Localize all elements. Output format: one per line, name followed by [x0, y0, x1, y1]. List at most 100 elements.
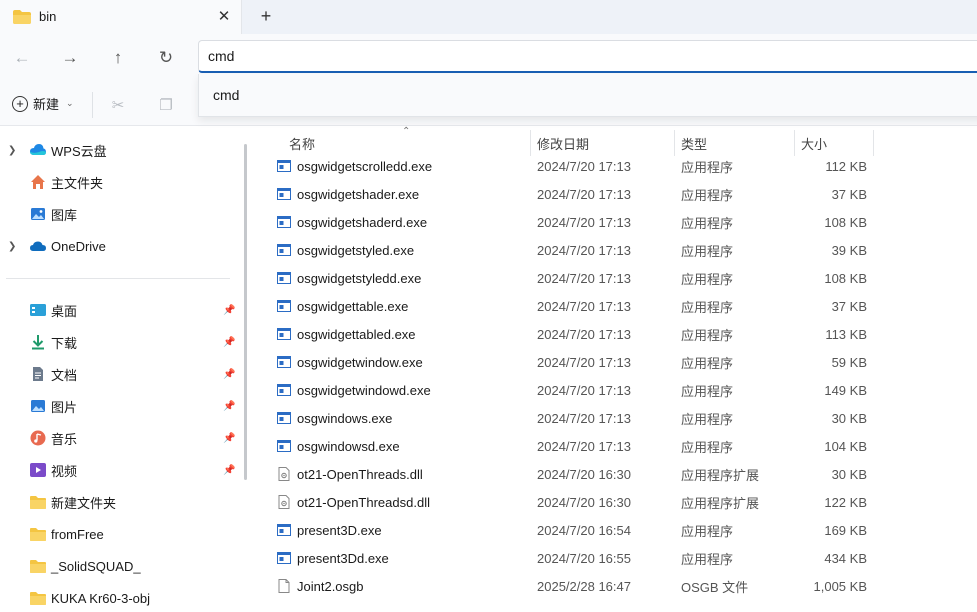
file-name: osgwidgetwindowd.exe [297, 382, 431, 398]
download-icon [32, 335, 44, 350]
table-row[interactable]: present3D.exe 2024/7/20 16:54 应用程序 169 KB [256, 516, 977, 544]
sidebar-item-label: _SolidSQUAD_ [51, 558, 141, 574]
pin-icon[interactable]: 📌 [223, 401, 235, 412]
file-size: 108 KB [824, 214, 867, 230]
sidebar-item-music[interactable]: 音乐 📌 [0, 424, 240, 452]
file-type: 应用程序 [681, 159, 734, 175]
pin-icon[interactable]: 📌 [223, 337, 235, 348]
pin-icon[interactable]: 📌 [223, 465, 235, 476]
folder-icon [30, 560, 46, 573]
sidebar-item-new-folder[interactable]: 新建文件夹 [0, 488, 240, 516]
file-type: 应用程序 [681, 383, 734, 399]
chevron-right-icon[interactable]: ❯ [8, 241, 16, 252]
sidebar-item-pictures[interactable]: 图片 📌 [0, 392, 240, 420]
sidebar-item-onedrive[interactable]: ❯ OneDrive [0, 232, 240, 260]
table-row[interactable]: osgwidgetstyledd.exe 2024/7/20 17:13 应用程序 1… [256, 264, 977, 292]
address-bar[interactable] [198, 40, 977, 73]
application-icon [277, 327, 291, 341]
video-icon [30, 463, 46, 477]
file-date: 2024/7/20 17:13 [537, 410, 631, 426]
file-date: 2024/7/20 17:13 [537, 298, 631, 314]
table-row[interactable]: osgwidgetstyled.exe 2024/7/20 17:13 应用程序 39… [256, 236, 977, 264]
navigation-pane: ❯ WPS云盘 主文件夹 图库 ❯ OneDrive 桌面 📌 下载 📌 文档 … [0, 126, 240, 606]
table-row[interactable]: osgwidgetshaderd.exe 2024/7/20 17:13 应用程序 1… [256, 208, 977, 236]
sidebar-item-kuka[interactable]: KUKA Kr60-3-obj [0, 584, 240, 612]
suggestion-item[interactable]: cmd [213, 87, 239, 103]
sidebar-scrollbar[interactable] [244, 144, 247, 480]
forward-arrow-icon[interactable]: → [58, 46, 82, 70]
sort-up-icon: ⌃ [402, 126, 411, 137]
address-suggestions: cmd [198, 74, 977, 117]
file-size: 149 KB [824, 382, 867, 398]
table-row[interactable]: osgwindows.exe 2024/7/20 17:13 应用程序 30 KB [256, 404, 977, 432]
address-input[interactable] [208, 48, 908, 64]
table-row[interactable]: osgwidgettable.exe 2024/7/20 17:13 应用程序 37 … [256, 292, 977, 320]
pin-icon[interactable]: 📌 [223, 369, 235, 380]
table-row[interactable]: ot21-OpenThreads.dll 2024/7/20 16:30 应用程序扩… [256, 460, 977, 488]
sidebar-item-gallery[interactable]: 图库 [0, 200, 240, 228]
table-row[interactable]: present3Dd.exe 2024/7/20 16:55 应用程序 434 KB [256, 544, 977, 572]
file-size: 104 KB [824, 438, 867, 454]
tab-bin[interactable]: bin ✕ [0, 0, 242, 34]
sidebar-item-label: WPS云盘 [51, 143, 107, 159]
sidebar-item-label: fromFree [51, 526, 104, 542]
table-row[interactable]: ot21-OpenThreadsd.dll 2024/7/20 16:30 应用程序… [256, 488, 977, 516]
application-icon [277, 411, 291, 425]
application-icon [277, 215, 291, 229]
file-date: 2024/7/20 17:13 [537, 326, 631, 342]
gallery-icon [31, 208, 45, 220]
file-size: 434 KB [824, 550, 867, 566]
table-row[interactable]: Joint2.osgb 2025/2/28 16:47 OSGB 文件 1,005 K… [256, 572, 977, 600]
sidebar-item-label: 下载 [51, 335, 78, 351]
sidebar-item-fromfree[interactable]: fromFree [0, 520, 240, 548]
sidebar-item-label: KUKA Kr60-3-obj [51, 590, 150, 606]
sidebar-item-solidsquad[interactable]: _SolidSQUAD_ [0, 552, 240, 580]
folder-icon [30, 592, 46, 605]
sidebar-item-downloads[interactable]: 下载 📌 [0, 328, 240, 356]
pin-icon[interactable]: 📌 [223, 305, 235, 316]
cut-icon[interactable]: ✂ [107, 94, 129, 116]
file-type: 应用程序 [681, 299, 734, 315]
plus-icon[interactable]: + [256, 6, 276, 26]
up-arrow-icon[interactable]: ↑ [106, 46, 130, 70]
sidebar-item-desktop[interactable]: 桌面 📌 [0, 296, 240, 324]
column-header-type[interactable]: 类型 [681, 134, 707, 153]
table-row[interactable]: osgwidgetshader.exe 2024/7/20 17:13 应用程序 37… [256, 180, 977, 208]
new-button[interactable]: + 新建 ⌄ [12, 94, 74, 113]
sidebar-item-videos[interactable]: 视频 📌 [0, 456, 240, 484]
file-type: 应用程序 [681, 271, 734, 287]
table-row[interactable]: osgwidgettabled.exe 2024/7/20 17:13 应用程序 11… [256, 320, 977, 348]
file-type: 应用程序 [681, 327, 734, 343]
pin-icon[interactable]: 📌 [223, 433, 235, 444]
file-name: osgwindows.exe [297, 410, 393, 426]
file-size: 39 KB [831, 242, 867, 258]
back-arrow-icon[interactable]: ← [10, 46, 34, 70]
column-header-size[interactable]: 大小 [801, 134, 827, 153]
file-date: 2024/7/20 17:13 [537, 214, 631, 230]
plus-circle-icon: + [12, 95, 28, 112]
file-date: 2024/7/20 17:13 [537, 242, 631, 258]
sidebar-item-wps[interactable]: ❯ WPS云盘 [0, 136, 240, 164]
copy-icon[interactable]: ❐ [155, 94, 177, 116]
sidebar-item-home[interactable]: 主文件夹 [0, 168, 240, 196]
table-row[interactable]: osgwindowsd.exe 2024/7/20 17:13 应用程序 104 KB [256, 432, 977, 460]
file-date: 2024/7/20 17:13 [537, 382, 631, 398]
table-row[interactable]: osgwidgetscrolledd.exe 2024/7/20 17:13 应用程… [256, 152, 977, 180]
file-name: osgwidgetstyled.exe [297, 242, 415, 258]
folder-icon [30, 496, 46, 509]
sidebar-item-documents[interactable]: 文档 📌 [0, 360, 240, 388]
chevron-right-icon[interactable]: ❯ [8, 145, 16, 156]
file-size: 108 KB [824, 270, 867, 286]
column-header-date[interactable]: 修改日期 [537, 134, 589, 153]
column-header-name[interactable]: 名称 [289, 134, 315, 153]
new-button-label: 新建 [33, 97, 60, 112]
file-name: osgwindowsd.exe [297, 438, 400, 454]
file-size: 1,005 KB [813, 578, 868, 594]
file-name: osgwidgettabled.exe [297, 326, 416, 342]
table-row[interactable]: osgwidgetwindow.exe 2024/7/20 17:13 应用程序 59… [256, 348, 977, 376]
close-icon[interactable]: ✕ [214, 6, 234, 26]
refresh-icon[interactable]: ↻ [154, 46, 178, 70]
file-type: 应用程序 [681, 411, 734, 427]
file-date: 2024/7/20 17:13 [537, 186, 631, 202]
table-row[interactable]: osgwidgetwindowd.exe 2024/7/20 17:13 应用程序 1… [256, 376, 977, 404]
